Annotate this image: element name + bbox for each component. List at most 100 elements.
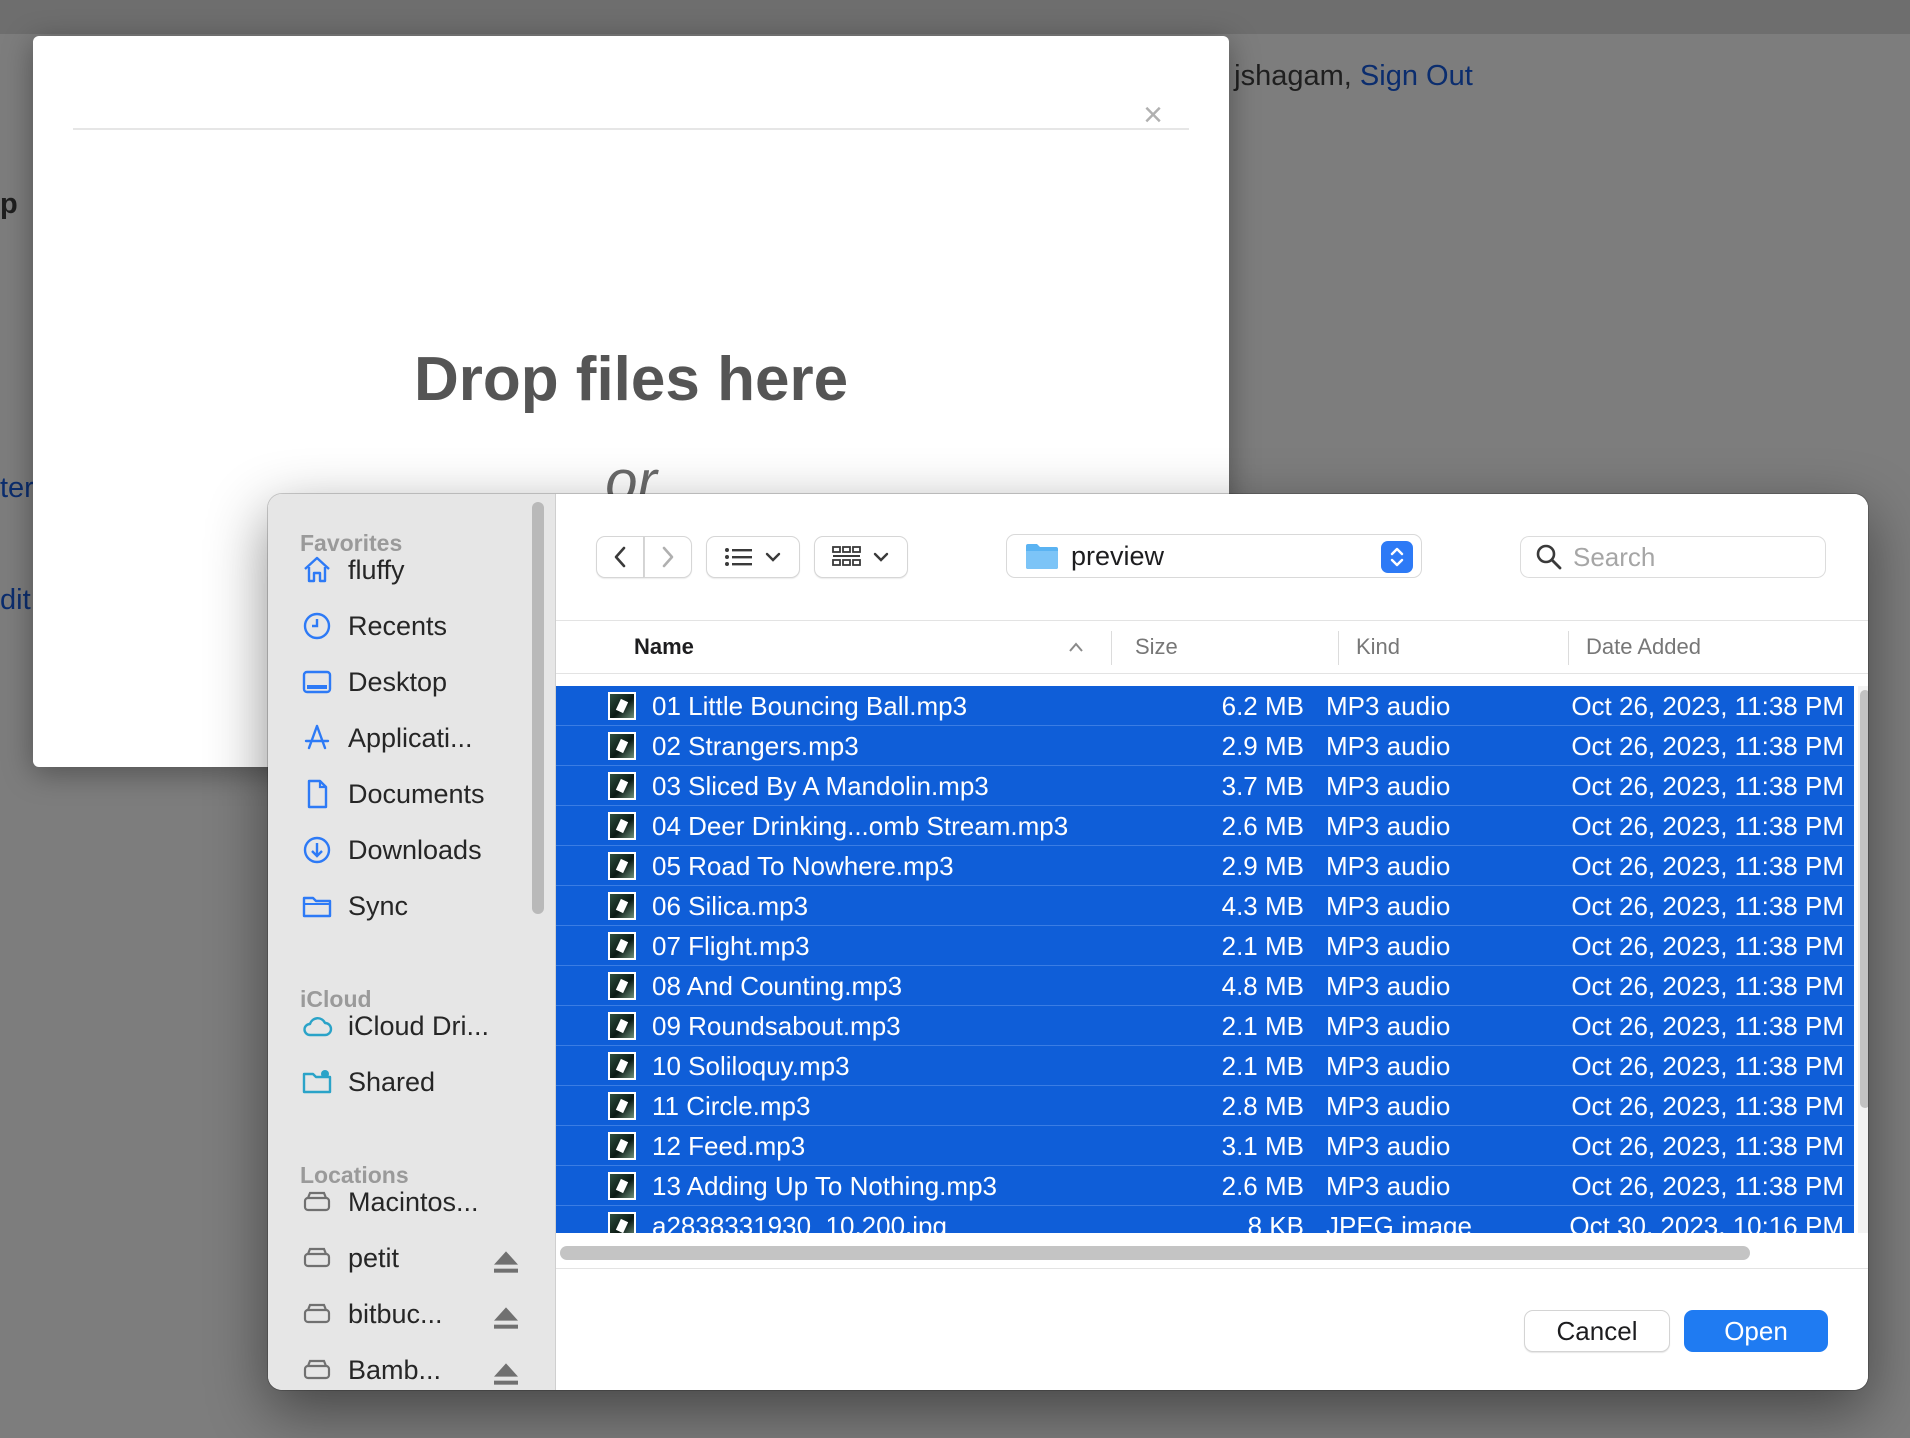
file-row[interactable]: 04 Deer Drinking...omb Stream.mp3 2.6 MB M… [556,806,1854,846]
file-row[interactable]: 08 And Counting.mp3 4.8 MB MP3 audio Oct 26… [556,966,1854,1006]
eject-icon[interactable] [490,1246,522,1278]
file-date-added: Oct 26, 2023, 11:38 PM [1571,931,1844,961]
sidebar-item-label: Downloads [348,834,482,865]
file-kind: MP3 audio [1326,851,1451,881]
file-date-added: Oct 26, 2023, 11:38 PM [1571,1131,1844,1161]
file-size: 3.1 MB [1221,1131,1304,1161]
file-name: 13 Adding Up To Nothing.mp3 [652,1171,997,1201]
file-thumbnail-icon [608,892,636,920]
folder-icon [1026,544,1058,569]
sidebar-item-sync[interactable]: Sync [300,884,408,928]
file-row[interactable]: a2838331930_10.200.jpg 8 KB JPEG image Oct … [556,1206,1854,1233]
sidebar-item-recents[interactable]: Recents [300,604,447,648]
sidebar-item-label: Applicati... [348,722,473,753]
sidebar-item-bitbucket[interactable]: bitbuc... [300,1292,520,1336]
sidebar-item-macintosh-hd[interactable]: Macintos... [300,1180,479,1224]
chevron-down-icon [765,552,781,562]
file-thumbnail-icon [608,932,636,960]
column-header-size[interactable]: Size [1135,621,1178,673]
file-kind: MP3 audio [1326,1171,1451,1201]
column-header-row: Name Size Kind Date Added [556,620,1868,674]
file-row[interactable]: 06 Silica.mp3 4.3 MB MP3 audio Oct 26, 2023… [556,886,1854,926]
sidebar-item-label: Sync [348,890,409,921]
popup-stepper-icon [1381,541,1413,573]
file-list: 01 Little Bouncing Ball.mp3 6.2 MB MP3 aud… [556,686,1854,1233]
file-row[interactable]: 13 Adding Up To Nothing.mp3 2.6 MB MP3 aud… [556,1166,1854,1206]
drive-icon [300,1353,334,1387]
file-name: a2838331930_10.200.jpg [652,1211,947,1233]
column-header-kind[interactable]: Kind [1356,621,1400,673]
cancel-button[interactable]: Cancel [1524,1310,1670,1352]
file-thumbnail-icon [608,732,636,760]
file-thumbnail-icon [608,972,636,1000]
forward-button[interactable] [644,536,692,578]
column-separator[interactable] [1338,631,1339,665]
search-input[interactable] [1573,541,1793,573]
sidebar-item-label: petit [348,1242,400,1273]
column-separator[interactable] [1568,631,1569,665]
drop-zone-heading: Drop files here [413,345,849,414]
sidebar-item-applications[interactable]: Applicati... [300,716,473,760]
column-header-name[interactable]: Name [634,621,694,673]
file-date-added: Oct 26, 2023, 11:38 PM [1571,971,1844,1001]
file-thumbnail-icon [608,1172,636,1200]
file-size: 2.1 MB [1221,1051,1304,1081]
sidebar-item-petit[interactable]: petit [300,1236,520,1280]
eject-icon[interactable] [490,1302,522,1334]
open-button[interactable]: Open [1684,1310,1828,1352]
file-thumbnail-icon [608,1012,636,1040]
group-view-button[interactable] [814,536,908,578]
eject-icon[interactable] [490,1358,522,1390]
file-row[interactable]: 12 Feed.mp3 3.1 MB MP3 audio Oct 26, 2023, … [556,1126,1854,1166]
modal-divider [73,128,1189,130]
list-icon [725,548,752,566]
home-icon [300,553,334,587]
sidebar-item-icloud-drive[interactable]: iCloud Dri... [300,1004,489,1048]
page-top-bar [0,0,1910,34]
location-popup[interactable]: preview [1006,534,1422,578]
file-row[interactable]: 11 Circle.mp3 2.8 MB MP3 audio Oct 26, 2023… [556,1086,1854,1126]
vertical-scrollbar[interactable] [1860,690,1868,1108]
file-row[interactable]: 02 Strangers.mp3 2.9 MB MP3 audio Oct 26, 2… [556,726,1854,766]
sidebar-scrollbar[interactable] [532,502,544,914]
sidebar-item-label: Shared [348,1066,436,1097]
sidebar-item-home[interactable]: fluffy [300,548,405,592]
search-field[interactable] [1520,536,1826,578]
file-name: 03 Sliced By A Mandolin.mp3 [652,771,989,801]
back-button[interactable] [596,536,644,578]
sidebar-item-label: Macintos... [348,1186,479,1217]
file-name: 12 Feed.mp3 [652,1131,806,1161]
list-view-button[interactable] [706,536,800,578]
file-date-added: Oct 26, 2023, 11:38 PM [1571,1091,1844,1121]
column-separator[interactable] [1111,631,1112,665]
user-name: e jshagam, [1210,60,1352,92]
footer-divider [556,1268,1868,1269]
file-kind: JPEG image [1326,1211,1472,1233]
folder-icon [300,889,334,923]
chevron-left-icon [614,546,626,568]
background-link-fragment: ter [0,472,34,504]
document-icon [300,777,334,811]
drive-icon [300,1241,334,1275]
file-date-added: Oct 30, 2023, 10:16 PM [1569,1211,1844,1233]
sidebar-item-documents[interactable]: Documents [300,772,485,816]
file-row[interactable]: 03 Sliced By A Mandolin.mp3 3.7 MB MP3 aud… [556,766,1854,806]
file-row[interactable]: 07 Flight.mp3 2.1 MB MP3 audio Oct 26, 2023… [556,926,1854,966]
sidebar-item-downloads[interactable]: Downloads [300,828,482,872]
file-row[interactable]: 09 Roundsabout.mp3 2.1 MB MP3 audio Oct 26,… [556,1006,1854,1046]
horizontal-scrollbar[interactable] [560,1246,1750,1260]
column-header-date-added[interactable]: Date Added [1586,621,1701,673]
file-name: 02 Strangers.mp3 [652,731,859,761]
file-kind: MP3 audio [1326,1011,1451,1041]
sidebar-item-desktop[interactable]: Desktop [300,660,447,704]
file-row[interactable]: 01 Little Bouncing Ball.mp3 6.2 MB MP3 aud… [556,686,1854,726]
file-row[interactable]: 10 Soliloquy.mp3 2.1 MB MP3 audio Oct 26, 2… [556,1046,1854,1086]
sidebar-item-bamb[interactable]: Bamb... [300,1348,520,1390]
file-row[interactable]: 05 Road To Nowhere.mp3 2.9 MB MP3 audio Oct… [556,846,1854,886]
sign-out-link[interactable]: Sign Out [1360,60,1473,92]
file-thumbnail-icon [608,1212,636,1233]
close-icon[interactable]: × [1143,98,1163,132]
file-name: 07 Flight.mp3 [652,931,810,961]
file-size: 2.9 MB [1221,731,1304,761]
sidebar-item-shared[interactable]: Shared [300,1060,435,1104]
